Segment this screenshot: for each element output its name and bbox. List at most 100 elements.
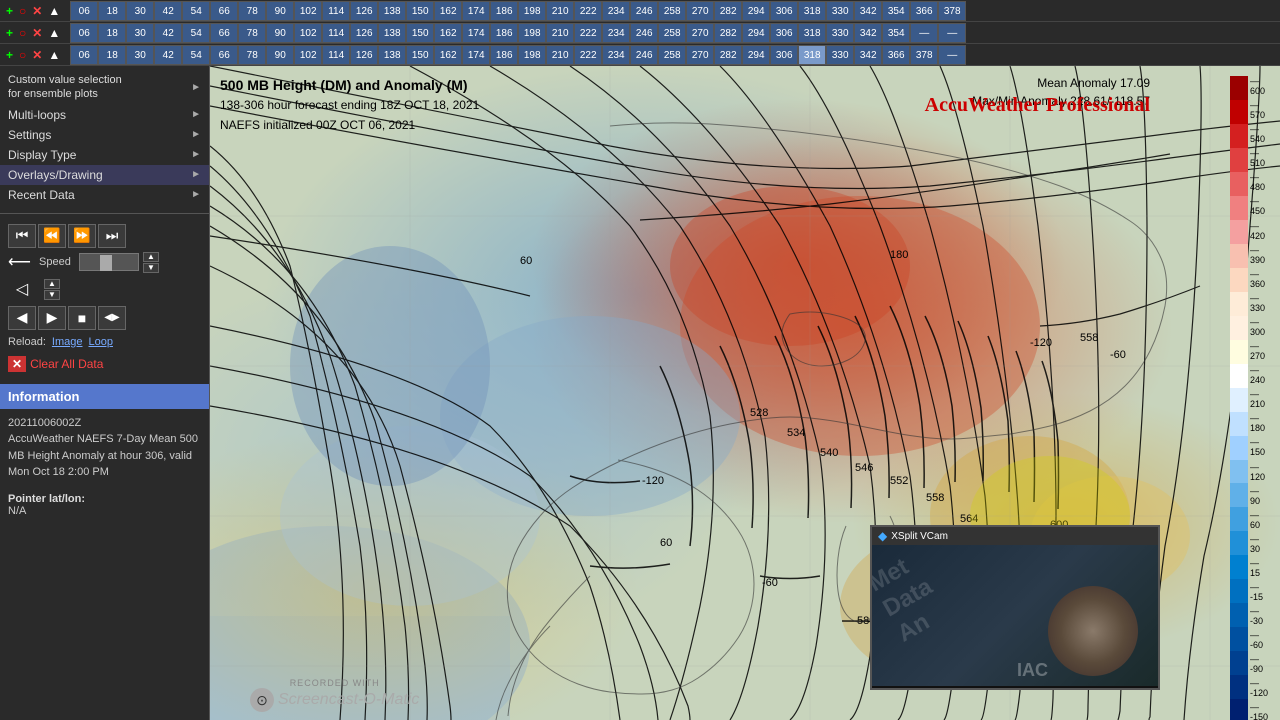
- num-cell-174[interactable]: 174: [462, 1, 490, 21]
- num-cell-54[interactable]: 54: [182, 23, 210, 43]
- num-cell-114[interactable]: 114: [322, 45, 350, 65]
- map-area[interactable]: 60 -120 60 528 534 540 546 552 558 564 5…: [210, 66, 1280, 720]
- num-cell-294[interactable]: 294: [742, 1, 770, 21]
- num-cell-246[interactable]: 246: [630, 45, 658, 65]
- num-cell-78[interactable]: 78: [238, 1, 266, 21]
- circle-ctrl-2[interactable]: ○: [17, 26, 28, 40]
- num-cell-102[interactable]: 102: [294, 45, 322, 65]
- num-cell-18[interactable]: 18: [98, 23, 126, 43]
- num-cell-126[interactable]: 126: [350, 1, 378, 21]
- num-cell-174[interactable]: 174: [462, 23, 490, 43]
- num-cell-150[interactable]: 150: [406, 23, 434, 43]
- arrow-ctrl-1[interactable]: ▲: [46, 4, 62, 18]
- num-cell-318[interactable]: 318: [798, 1, 826, 21]
- num-cell-78[interactable]: 78: [238, 23, 266, 43]
- num-cell-210[interactable]: 210: [546, 1, 574, 21]
- num-cell-66[interactable]: 66: [210, 1, 238, 21]
- tilt-up-button[interactable]: ▲: [44, 279, 60, 289]
- clear-all-data-button[interactable]: ✕ Clear All Data: [0, 352, 209, 376]
- reload-image-link[interactable]: Image: [52, 336, 83, 348]
- skip-end-button[interactable]: ⏭: [98, 224, 126, 248]
- num-cell-198[interactable]: 198: [518, 1, 546, 21]
- num-cell-126[interactable]: 126: [350, 23, 378, 43]
- num-cell-150[interactable]: 150: [406, 45, 434, 65]
- num-cell-318[interactable]: 318: [798, 23, 826, 43]
- num-cell-—[interactable]: —: [938, 45, 966, 65]
- num-cell-294[interactable]: 294: [742, 23, 770, 43]
- num-cell-30[interactable]: 30: [126, 23, 154, 43]
- num-cell-150[interactable]: 150: [406, 1, 434, 21]
- num-cell-234[interactable]: 234: [602, 1, 630, 21]
- num-cell-06[interactable]: 06: [70, 45, 98, 65]
- num-cell-90[interactable]: 90: [266, 23, 294, 43]
- num-cell-06[interactable]: 06: [70, 1, 98, 21]
- num-cell-—[interactable]: —: [938, 23, 966, 43]
- sidebar-item-custom-value[interactable]: Custom value selectionfor ensemble plots…: [0, 70, 209, 105]
- num-cell-210[interactable]: 210: [546, 45, 574, 65]
- num-cell-162[interactable]: 162: [434, 1, 462, 21]
- num-cell-222[interactable]: 222: [574, 1, 602, 21]
- num-cell-186[interactable]: 186: [490, 23, 518, 43]
- num-cell-306[interactable]: 306: [770, 1, 798, 21]
- num-cell-366[interactable]: 366: [910, 1, 938, 21]
- reload-loop-link[interactable]: Loop: [89, 336, 113, 348]
- num-cell-282[interactable]: 282: [714, 23, 742, 43]
- arrow-ctrl-3[interactable]: ▲: [46, 48, 62, 62]
- sidebar-item-settings[interactable]: Settings ►: [0, 125, 209, 145]
- step-forward-button[interactable]: ⏩: [68, 224, 96, 248]
- num-cell-06[interactable]: 06: [70, 23, 98, 43]
- num-cell-306[interactable]: 306: [770, 23, 798, 43]
- num-cell-354[interactable]: 354: [882, 23, 910, 43]
- num-cell-126[interactable]: 126: [350, 45, 378, 65]
- num-cell-54[interactable]: 54: [182, 1, 210, 21]
- num-cell-342[interactable]: 342: [854, 45, 882, 65]
- circle-ctrl-3[interactable]: ○: [17, 48, 28, 62]
- num-cell-246[interactable]: 246: [630, 1, 658, 21]
- num-cell-222[interactable]: 222: [574, 45, 602, 65]
- x-ctrl-2[interactable]: ✕: [30, 26, 44, 40]
- num-cell-138[interactable]: 138: [378, 1, 406, 21]
- num-cell-330[interactable]: 330: [826, 1, 854, 21]
- num-cell-234[interactable]: 234: [602, 23, 630, 43]
- rock-button[interactable]: ◀▶: [98, 306, 126, 330]
- num-cell-270[interactable]: 270: [686, 23, 714, 43]
- num-cell-66[interactable]: 66: [210, 45, 238, 65]
- num-cell-318[interactable]: 318: [798, 45, 826, 65]
- num-cell-342[interactable]: 342: [854, 23, 882, 43]
- num-cell-198[interactable]: 198: [518, 45, 546, 65]
- num-cell-282[interactable]: 282: [714, 1, 742, 21]
- num-cell-330[interactable]: 330: [826, 23, 854, 43]
- num-cell-114[interactable]: 114: [322, 1, 350, 21]
- circle-ctrl-1[interactable]: ○: [17, 4, 28, 18]
- num-cell-138[interactable]: 138: [378, 23, 406, 43]
- num-cell-378[interactable]: 378: [938, 1, 966, 21]
- play-back-button[interactable]: ◀: [8, 306, 36, 330]
- x-ctrl-3[interactable]: ✕: [30, 48, 44, 62]
- num-cell-138[interactable]: 138: [378, 45, 406, 65]
- num-cell-174[interactable]: 174: [462, 45, 490, 65]
- num-cell-186[interactable]: 186: [490, 1, 518, 21]
- num-cell-42[interactable]: 42: [154, 45, 182, 65]
- sidebar-item-recent-data[interactable]: Recent Data ►: [0, 185, 209, 205]
- num-cell-30[interactable]: 30: [126, 1, 154, 21]
- num-cell-162[interactable]: 162: [434, 23, 462, 43]
- num-cell-330[interactable]: 330: [826, 45, 854, 65]
- num-cell-102[interactable]: 102: [294, 23, 322, 43]
- num-cell-18[interactable]: 18: [98, 1, 126, 21]
- num-cell-18[interactable]: 18: [98, 45, 126, 65]
- num-cell-258[interactable]: 258: [658, 1, 686, 21]
- num-cell-354[interactable]: 354: [882, 1, 910, 21]
- num-cell-282[interactable]: 282: [714, 45, 742, 65]
- num-cell-306[interactable]: 306: [770, 45, 798, 65]
- num-cell-270[interactable]: 270: [686, 1, 714, 21]
- x-ctrl-1[interactable]: ✕: [30, 4, 44, 18]
- num-cell-—[interactable]: —: [910, 23, 938, 43]
- num-cell-366[interactable]: 366: [882, 45, 910, 65]
- plus-ctrl-1[interactable]: +: [4, 4, 15, 18]
- num-cell-90[interactable]: 90: [266, 45, 294, 65]
- num-cell-210[interactable]: 210: [546, 23, 574, 43]
- num-cell-90[interactable]: 90: [266, 1, 294, 21]
- step-back-button[interactable]: ⏪: [38, 224, 66, 248]
- num-cell-54[interactable]: 54: [182, 45, 210, 65]
- tilt-down-button[interactable]: ▼: [44, 290, 60, 300]
